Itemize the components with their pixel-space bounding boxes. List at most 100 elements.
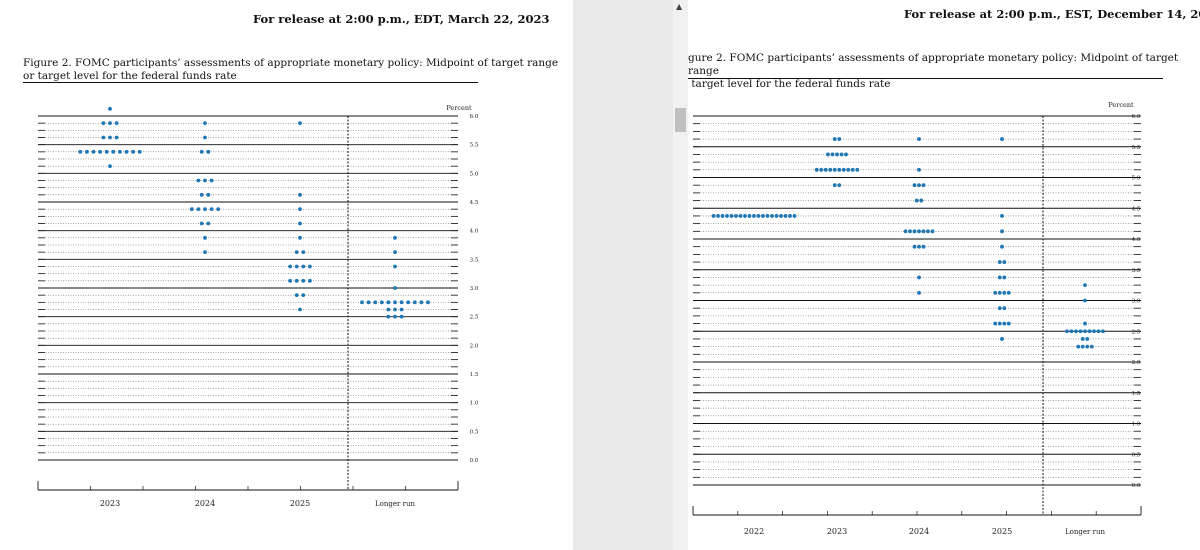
- dot-point: [108, 106, 112, 111]
- dot-point: [830, 152, 835, 157]
- dot-point: [1002, 321, 1007, 326]
- dot-point: [85, 149, 89, 154]
- dot-point: [711, 214, 716, 218]
- dot-point: [294, 250, 299, 255]
- dot-point: [399, 314, 404, 319]
- dot-point: [1002, 306, 1007, 311]
- dot-point: [196, 207, 201, 212]
- dot-point: [203, 250, 207, 255]
- dot-point: [419, 300, 424, 305]
- dot-point: [294, 278, 299, 283]
- dot-point: [101, 121, 106, 126]
- y-tick-label: 3.5: [1132, 268, 1141, 274]
- dot-point: [393, 250, 397, 255]
- dot-point: [360, 300, 364, 305]
- dot-point: [399, 307, 404, 312]
- dot-point: [426, 300, 430, 305]
- dot-point: [298, 121, 302, 126]
- dot-point: [1080, 337, 1085, 341]
- dot-point: [912, 229, 917, 234]
- dot-point: [108, 135, 112, 140]
- dot-point: [917, 275, 921, 280]
- dot-point: [301, 278, 306, 283]
- dot-point: [114, 135, 119, 140]
- scrollbar-thumb[interactable]: [675, 108, 686, 132]
- dot-point: [203, 135, 207, 140]
- dot-point: [921, 183, 926, 188]
- dot-point: [761, 214, 765, 218]
- viewer-gutter: [573, 0, 688, 550]
- dot-point: [386, 307, 391, 312]
- dot-point: [1002, 290, 1007, 295]
- dot-point: [308, 278, 312, 283]
- dot-point: [111, 149, 116, 154]
- x-category-label: Longer run: [375, 500, 415, 508]
- dot-point: [837, 137, 842, 141]
- dot-point: [298, 207, 302, 212]
- dot-point: [1083, 321, 1087, 326]
- dot-point: [997, 275, 1002, 280]
- y-tick-label: 5.0: [470, 171, 479, 177]
- y-tick-label: 3.5: [470, 257, 479, 263]
- vertical-scrollbar[interactable]: [673, 0, 688, 550]
- dot-point: [124, 149, 129, 154]
- dot-point: [926, 229, 930, 234]
- dot-point: [104, 149, 109, 154]
- dot-point: [826, 152, 830, 157]
- dot-point: [131, 149, 136, 154]
- y-axis-label: Percent: [446, 104, 472, 112]
- dot-point: [779, 214, 783, 218]
- dot-point: [189, 207, 194, 212]
- x-category-label: 2024: [195, 499, 215, 508]
- dot-point: [1006, 290, 1011, 295]
- dot-point: [393, 286, 397, 290]
- dot-point: [199, 149, 204, 154]
- dot-point: [734, 214, 738, 218]
- dot-point: [196, 178, 201, 183]
- dot-point: [917, 244, 921, 249]
- dot-point: [850, 167, 855, 172]
- scroll-up-arrow-icon[interactable]: ▲: [676, 2, 682, 11]
- dot-point: [814, 167, 819, 172]
- dot-point: [855, 167, 860, 172]
- dot-point: [725, 214, 729, 218]
- dot-point: [379, 300, 384, 305]
- dot-point: [108, 164, 112, 169]
- y-tick-label: 2.0: [470, 343, 479, 349]
- dot-point: [828, 167, 833, 172]
- y-tick-label: 2.0: [1132, 360, 1141, 366]
- dot-point: [203, 121, 207, 126]
- dot-point: [921, 244, 926, 249]
- dot-point: [846, 167, 851, 172]
- dot-point: [1000, 229, 1004, 234]
- x-category-label: 2024: [909, 527, 929, 536]
- dot-point: [1074, 329, 1078, 334]
- y-tick-label: 1.0: [470, 401, 479, 407]
- dot-point: [835, 152, 839, 157]
- dot-point: [1085, 344, 1090, 349]
- y-tick-label: 4.0: [470, 229, 479, 235]
- dot-point: [288, 264, 292, 269]
- dot-point: [912, 183, 917, 188]
- dot-point: [832, 137, 837, 141]
- dot-point: [298, 221, 302, 226]
- dot-point: [98, 149, 102, 154]
- dot-point: [78, 149, 83, 154]
- dot-point: [997, 290, 1002, 295]
- dot-point: [819, 167, 824, 172]
- dot-point: [832, 183, 837, 188]
- x-category-label: Longer run: [1065, 528, 1105, 536]
- dot-point: [743, 214, 747, 218]
- x-category-label: 2025: [290, 499, 310, 508]
- dot-point: [209, 207, 214, 212]
- dot-point: [1002, 275, 1007, 280]
- y-tick-label: 1.0: [1132, 422, 1141, 428]
- dot-point: [203, 235, 207, 240]
- dot-point: [1000, 214, 1004, 218]
- dot-point: [1083, 298, 1087, 303]
- dot-point: [294, 293, 299, 298]
- dot-point: [720, 214, 725, 218]
- dot-point: [1002, 260, 1007, 264]
- dot-point: [756, 214, 761, 218]
- y-tick-label: 5.5: [1132, 145, 1141, 151]
